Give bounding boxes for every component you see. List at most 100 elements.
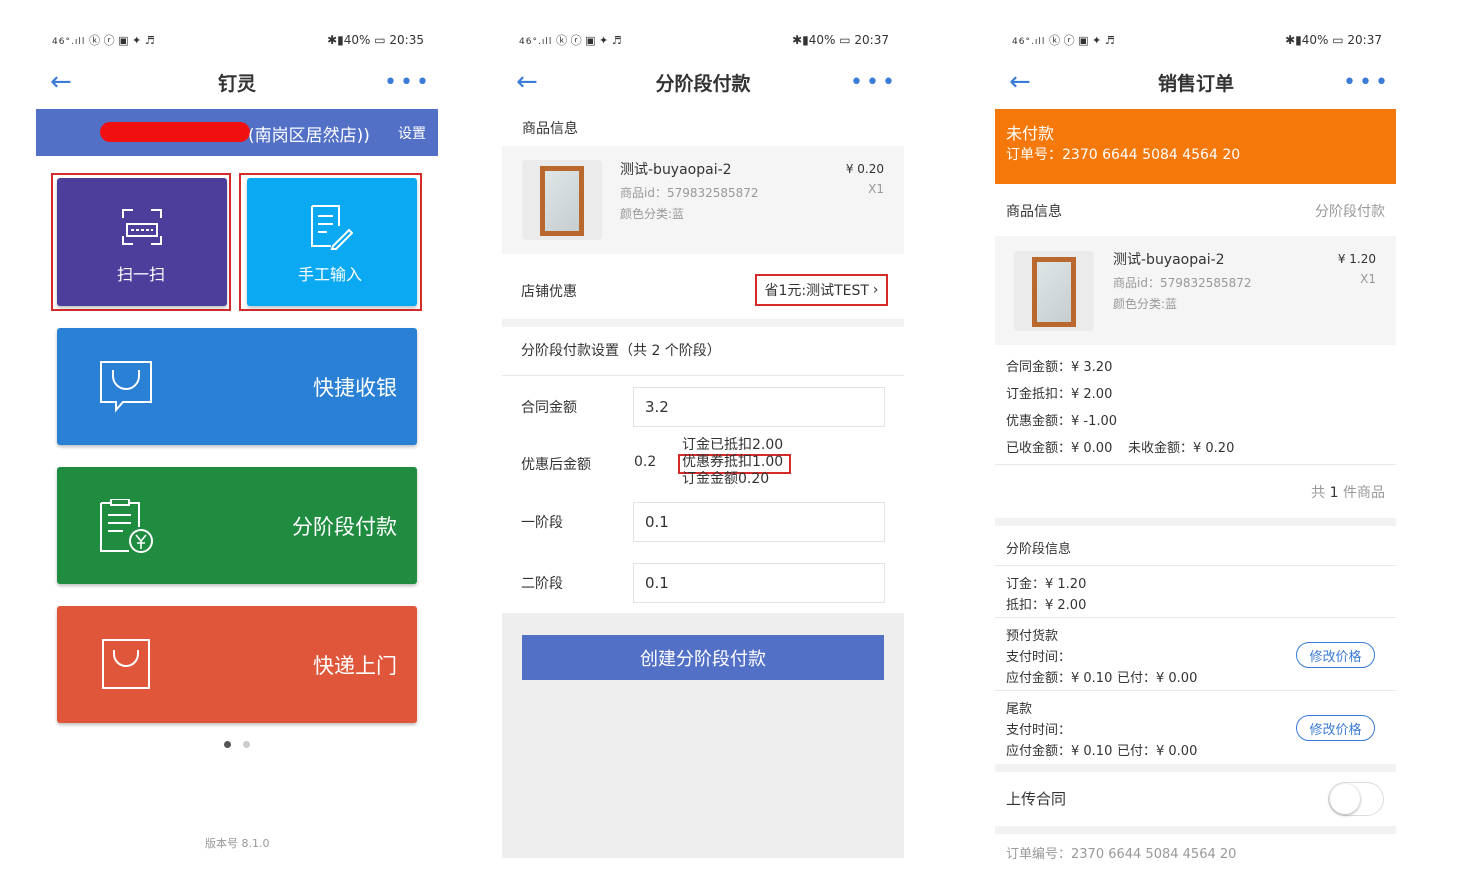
stage1-input[interactable]: 0.1	[633, 502, 885, 542]
page-dot-active[interactable]	[224, 741, 231, 748]
item-count: 共 1 件商品	[1311, 482, 1385, 502]
back-arrow-icon[interactable]: ←	[50, 69, 90, 95]
back-arrow-icon[interactable]: ←	[516, 69, 556, 95]
product-name: 测试-buyaopai-2	[620, 162, 732, 178]
item-count-prefix: 共	[1311, 485, 1326, 501]
create-stage-payment-button[interactable]: 创建分阶段付款	[522, 635, 884, 680]
settings-link[interactable]: 设置	[398, 123, 426, 143]
prepay-paid: 已付：¥ 0.00	[1117, 671, 1198, 686]
notification-icons: ⓚ ⓡ ▣ ✦ ♬	[556, 34, 622, 47]
section-divider	[995, 764, 1396, 772]
signal-icon: 46°.ıll	[1012, 37, 1046, 47]
nav-bar: ← 钉灵 •••	[50, 60, 429, 104]
product-quantity: X1	[868, 182, 884, 196]
unreceived-amount: 未收金额：¥ 0.20	[1128, 441, 1235, 456]
stage1-value: 0.1	[645, 513, 669, 531]
separator	[995, 690, 1396, 691]
upload-contract-toggle[interactable]	[1328, 782, 1384, 816]
quick-cashier-label: 快捷收银	[313, 376, 397, 400]
invoice-yuan-icon	[100, 499, 153, 553]
more-icon[interactable]: •••	[384, 70, 429, 95]
prepay-time: 支付时间：	[1006, 650, 1072, 665]
manual-input-tile[interactable]: 手工输入	[247, 178, 417, 306]
chevron-right-icon: ›	[872, 282, 879, 298]
create-button-label: 创建分阶段付款	[640, 648, 766, 670]
product-price: ¥ 1.20	[1337, 252, 1376, 266]
section-divider	[995, 826, 1396, 834]
edit-price-label: 修改价格	[1309, 649, 1362, 665]
contract-amount-label: 合同金额	[521, 400, 577, 416]
battery-level: 40%	[808, 33, 836, 47]
product-card[interactable]: 测试-buyaopai-2 商品id：579832585872 颜色分类:蓝 ¥…	[995, 236, 1396, 345]
stage-info-title: 分阶段信息	[1006, 542, 1072, 557]
more-icon[interactable]: •••	[850, 70, 895, 95]
final-payment-title: 尾款	[1006, 702, 1033, 717]
scan-icon	[122, 209, 162, 245]
product-id: 商品id：579832585872	[1113, 276, 1252, 290]
status-time: 20:35	[389, 33, 424, 47]
stage-payment-label: 分阶段付款	[292, 515, 397, 539]
delivery-label: 快递上门	[313, 654, 397, 678]
order-status: 未付款	[1006, 124, 1055, 143]
more-icon[interactable]: •••	[1343, 70, 1388, 95]
manual-input-label: 手工输入	[298, 265, 363, 284]
notification-icons: ⓚ ⓡ ▣ ✦ ♬	[1049, 34, 1115, 47]
nav-bar: ← 销售订单 •••	[1009, 60, 1388, 104]
page-title: 钉灵	[217, 72, 256, 95]
edit-document-icon	[311, 205, 353, 250]
page-title: 分阶段付款	[655, 72, 751, 95]
separator	[995, 565, 1396, 566]
delivery-tile[interactable]: 快递上门	[57, 606, 417, 723]
product-id: 商品id：579832585872	[620, 186, 759, 200]
product-color: 颜色分类:蓝	[1113, 297, 1178, 311]
toggle-knob	[1330, 784, 1360, 814]
order-number: 订单号：2370 6644 5084 4564 20	[1006, 147, 1241, 163]
status-bar: 46°.ıll ⓚ ⓡ ▣ ✦ ♬ ✱▮40% ▭ 20:37	[1012, 33, 1382, 47]
upload-contract-label: 上传合同	[1006, 790, 1067, 808]
battery-level: 40%	[343, 33, 371, 47]
section-divider	[502, 319, 904, 327]
store-banner: (南岗区居然店)) 设置	[36, 109, 438, 156]
deposit-deduct-amount: 抵扣：¥ 2.00	[1006, 598, 1087, 613]
shopping-bag-icon	[102, 639, 150, 689]
product-quantity: X1	[1360, 272, 1376, 286]
product-price: ¥ 0.20	[845, 162, 884, 176]
stage1-label: 一阶段	[521, 515, 563, 531]
scan-tile[interactable]: 扫一扫	[57, 178, 227, 306]
edit-price-label: 修改价格	[1309, 722, 1362, 738]
prepay-edit-price-button[interactable]: 修改价格	[1296, 642, 1375, 668]
redacted-store-name	[100, 122, 250, 142]
contract-amount: 合同金额：¥ 3.20	[1006, 360, 1113, 375]
product-section-title: 商品信息	[522, 121, 578, 137]
prepay-title: 预付货款	[1006, 629, 1059, 644]
store-name: (南岗区居然店))	[248, 126, 370, 146]
product-thumbnail	[522, 160, 602, 240]
prepay-amount: 应付金额：¥ 0.10	[1006, 671, 1113, 686]
stage2-label: 二阶段	[521, 576, 563, 592]
separator	[502, 375, 904, 376]
after-discount-label: 优惠后金额	[521, 457, 591, 473]
coupon-deduction-note: 优惠券抵扣1.00	[682, 454, 784, 470]
final-edit-price-button[interactable]: 修改价格	[1296, 715, 1375, 741]
quick-cashier-tile[interactable]: 快捷收银	[57, 328, 417, 445]
store-discount-label: 店铺优惠	[521, 284, 577, 300]
stage2-input[interactable]: 0.1	[633, 563, 885, 603]
store-discount-selector[interactable]: 省1元:测试TEST ›	[755, 274, 888, 306]
status-time: 20:37	[1347, 33, 1382, 47]
battery-level: 40%	[1301, 33, 1329, 47]
page-dot[interactable]	[243, 741, 250, 748]
final-payment-amount: 应付金额：¥ 0.10	[1006, 744, 1113, 759]
contract-amount-input[interactable]: 3.2	[633, 387, 885, 427]
product-thumbnail	[1014, 251, 1094, 331]
back-arrow-icon[interactable]: ←	[1009, 69, 1049, 95]
stage-payment-tile[interactable]: 分阶段付款	[57, 467, 417, 584]
stage-settings-title: 分阶段付款设置（共 2 个阶段）	[521, 343, 721, 359]
door-glass-image	[545, 171, 579, 231]
deposit-amount: 订金：¥ 1.20	[1006, 577, 1087, 592]
footer-order-number: 订单编号：2370 6644 5084 4564 20	[1006, 847, 1237, 862]
product-card[interactable]: 测试-buyaopai-2 商品id：579832585872 颜色分类:蓝 ¥…	[502, 146, 904, 254]
scan-label: 扫一扫	[117, 265, 166, 284]
section-divider	[995, 518, 1396, 526]
product-section-title: 商品信息	[1006, 204, 1062, 220]
notification-icons: ⓚ ⓡ ▣ ✦ ♬	[89, 34, 155, 47]
